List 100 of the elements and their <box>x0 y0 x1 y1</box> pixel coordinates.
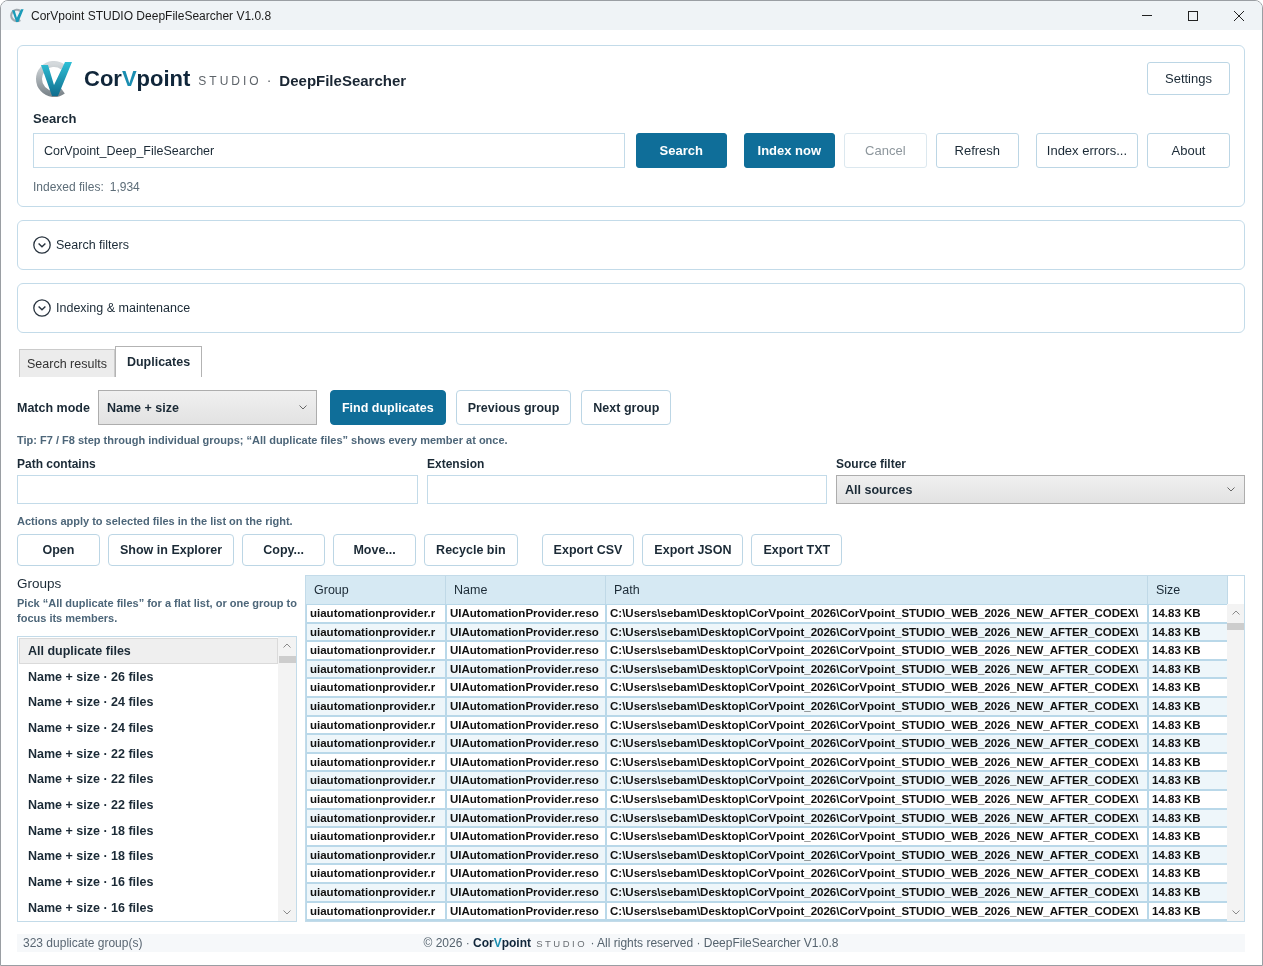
group-list-item[interactable]: Name + size · 16 files <box>19 869 278 895</box>
column-header[interactable]: Path <box>606 576 1148 604</box>
table-cell: UIAutomationProvider.reso <box>447 605 605 622</box>
table-cell: uiautomationprovider.r <box>307 809 445 827</box>
table-cell: C:\Users\sebam\Desktop\CorVpoint_2026\CorVpoint_STUDIO_WEB_2026_NEW_AFTER_CODEX\ <box>607 716 1147 734</box>
indexed-files-count: 1,934 <box>109 179 140 195</box>
group-list-item[interactable]: Name + size · 22 files <box>19 740 278 767</box>
filter-label: Source filter <box>836 457 908 471</box>
toolbar-button[interactable]: Index now <box>743 133 835 168</box>
filter-field[interactable] <box>17 475 418 504</box>
tab[interactable]: Duplicates <box>114 346 203 377</box>
table-cell: uiautomationprovider.r <box>307 883 445 901</box>
v-logo-icon <box>33 59 73 99</box>
toolbar-button[interactable]: Search <box>635 133 727 168</box>
table-cell: uiautomationprovider.r <box>307 735 445 752</box>
table-cell: uiautomationprovider.r <box>307 605 445 622</box>
close-icon <box>1234 10 1244 21</box>
section-title[interactable]: Indexing & maintenance <box>56 301 191 315</box>
file-action-button[interactable]: Export CSV <box>541 534 635 566</box>
chevron-up-icon[interactable] <box>1231 610 1240 615</box>
table-cell: uiautomationprovider.r <box>307 753 445 771</box>
duplicate-action-button[interactable]: Previous group <box>455 390 572 425</box>
status-text: 323 duplicate group(s) <box>22 936 143 950</box>
chevron-up-icon[interactable] <box>283 643 291 648</box>
table-cell: C:\Users\sebam\Desktop\CorVpoint_2026\CorVpoint_STUDIO_WEB_2026_NEW_AFTER_CODEX\ <box>607 753 1147 771</box>
scrollbar[interactable] <box>1227 604 1244 921</box>
table-cell: C:\Users\sebam\Desktop\CorVpoint_2026\CorVpoint_STUDIO_WEB_2026_NEW_AFTER_CODEX\ <box>607 809 1147 827</box>
table-cell: C:\Users\sebam\Desktop\CorVpoint_2026\CorVpoint_STUDIO_WEB_2026_NEW_AFTER_CODEX\ <box>607 679 1147 696</box>
chevron-circle-icon[interactable] <box>33 236 51 254</box>
table-cell: UIAutomationProvider.reso <box>447 716 605 734</box>
search-field[interactable]: CorVpoint_Deep_FileSearcher <box>33 133 625 168</box>
file-action-button[interactable]: Show in Explorer <box>108 534 235 566</box>
section-title[interactable]: Search filters <box>56 238 129 252</box>
toolbar-button[interactable]: Index errors... <box>1035 133 1138 168</box>
file-action-button[interactable]: Copy... <box>242 534 326 566</box>
table-cell: UIAutomationProvider.reso <box>447 753 605 771</box>
table-cell: 14.83 KB <box>1149 605 1227 622</box>
toolbar-button[interactable]: Refresh <box>935 133 1019 168</box>
filter-dropdown[interactable]: All sources <box>836 475 1245 504</box>
filter-field[interactable] <box>427 475 827 504</box>
table-cell: C:\Users\sebam\Desktop\CorVpoint_2026\CorVpoint_STUDIO_WEB_2026_NEW_AFTER_CODEX\ <box>607 772 1147 789</box>
minimize-icon <box>1142 15 1152 16</box>
table-cell: UIAutomationProvider.reso <box>447 865 605 882</box>
chevron-down-icon[interactable] <box>1231 910 1240 915</box>
group-list-item[interactable]: Name + size · 26 files <box>19 663 278 690</box>
table-cell: uiautomationprovider.r <box>307 902 445 920</box>
table-cell: 14.83 KB <box>1149 809 1227 827</box>
table-cell: UIAutomationProvider.reso <box>447 642 605 659</box>
table-cell: 14.83 KB <box>1149 697 1227 715</box>
group-list-item[interactable]: Name + size · 24 files <box>19 689 278 716</box>
table-cell: UIAutomationProvider.reso <box>447 883 605 901</box>
filter-label: Extension <box>427 457 486 471</box>
tab[interactable]: Search results <box>19 349 115 377</box>
separator-dot: · <box>266 72 272 88</box>
chevron-down-icon[interactable] <box>283 910 291 915</box>
file-action-button[interactable]: Recycle bin <box>424 534 518 566</box>
table-cell: UIAutomationProvider.reso <box>447 735 605 752</box>
table-cell: C:\Users\sebam\Desktop\CorVpoint_2026\CorVpoint_STUDIO_WEB_2026_NEW_AFTER_CODEX\ <box>607 623 1147 641</box>
table-cell: C:\Users\sebam\Desktop\CorVpoint_2026\CorVpoint_STUDIO_WEB_2026_NEW_AFTER_CODEX\ <box>607 697 1147 715</box>
table-cell: uiautomationprovider.r <box>307 790 445 808</box>
settings-button[interactable]: Settings <box>1147 62 1230 95</box>
actions-note: Actions apply to selected files in the list on the right. <box>17 514 294 528</box>
file-action-button[interactable]: Export TXT <box>751 534 843 566</box>
search-label: Search <box>33 111 78 127</box>
app-name: DeepFileSearcher <box>279 71 407 89</box>
file-action-button[interactable]: Open <box>17 534 100 566</box>
group-list-item[interactable]: Name + size · 18 files <box>19 843 278 870</box>
tip-text: Tip: F7 / F8 step through individual groups; “All duplicate files” shows every member at once. <box>17 433 509 447</box>
table-cell: UIAutomationProvider.reso <box>447 660 605 678</box>
column-header[interactable]: Name <box>446 576 606 604</box>
duplicate-action-button[interactable]: Next group <box>581 390 672 425</box>
table-cell: UIAutomationProvider.reso <box>447 679 605 696</box>
toolbar-button[interactable]: About <box>1147 133 1230 168</box>
groups-hint: Pick “All duplicate files” for a flat list, or one group to focus its members. <box>17 596 297 626</box>
groups-title: Groups <box>17 575 63 593</box>
column-header[interactable]: Size <box>1148 576 1228 604</box>
duplicate-action-button[interactable]: Find duplicates <box>329 390 446 425</box>
group-list-item[interactable]: All duplicate files <box>19 638 278 664</box>
file-action-button[interactable]: Export JSON <box>642 534 744 566</box>
caret-down-icon <box>298 405 307 410</box>
table-cell: 14.83 KB <box>1149 883 1227 901</box>
table-cell: C:\Users\sebam\Desktop\CorVpoint_2026\CorVpoint_STUDIO_WEB_2026_NEW_AFTER_CODEX\ <box>607 902 1147 920</box>
chevron-circle-icon[interactable] <box>33 299 51 317</box>
table-cell: uiautomationprovider.r <box>307 865 445 882</box>
group-list-item[interactable]: Name + size · 22 files <box>19 766 278 793</box>
table-cell: 14.83 KB <box>1149 660 1227 678</box>
table-cell: UIAutomationProvider.reso <box>447 697 605 715</box>
group-list-item[interactable]: Name + size · 22 files <box>19 792 278 818</box>
table-cell: 14.83 KB <box>1149 846 1227 864</box>
match-mode-dropdown[interactable]: Name + size <box>97 390 317 425</box>
table-cell: C:\Users\sebam\Desktop\CorVpoint_2026\CorVpoint_STUDIO_WEB_2026_NEW_AFTER_CODEX\ <box>607 865 1147 882</box>
file-action-button[interactable]: Move... <box>333 534 417 566</box>
group-list-item[interactable]: Name + size · 16 files <box>19 894 278 921</box>
table-cell: C:\Users\sebam\Desktop\CorVpoint_2026\CorVpoint_STUDIO_WEB_2026_NEW_AFTER_CODEX\ <box>607 735 1147 752</box>
group-list-item[interactable]: Name + size · 24 files <box>19 715 278 741</box>
scrollbar-thumb[interactable] <box>1227 623 1244 630</box>
scrollbar-thumb[interactable] <box>278 656 296 663</box>
scrollbar[interactable] <box>278 637 296 921</box>
column-header[interactable]: Group <box>306 576 446 604</box>
group-list-item[interactable]: Name + size · 18 files <box>19 817 278 844</box>
